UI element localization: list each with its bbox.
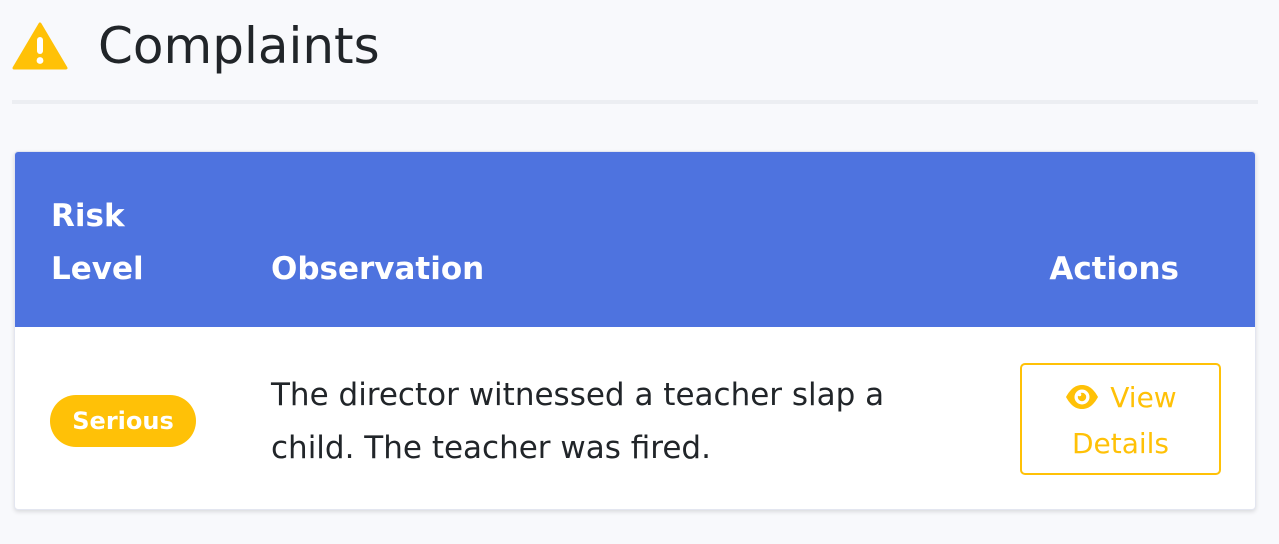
column-header-risk-level: Risk Level: [51, 190, 161, 296]
page-title: Complaints: [98, 17, 380, 75]
warning-triangle-icon: [12, 22, 68, 70]
table-header: Risk Level Observation Actions: [15, 152, 1255, 327]
page-header: Complaints: [12, 0, 1258, 104]
column-header-observation: Observation: [271, 251, 485, 287]
complaints-table-card: Risk Level Observation Actions Serious T…: [14, 151, 1256, 510]
column-header-actions: Actions: [1049, 251, 1179, 287]
column-header-risk-level-label: Risk Level: [51, 198, 144, 287]
risk-level-badge: Serious: [50, 395, 196, 447]
view-details-line1: View: [1022, 375, 1219, 421]
view-details-label-view: View: [1110, 381, 1177, 414]
view-details-label-details: Details: [1071, 427, 1170, 460]
view-details-button[interactable]: View Details: [1020, 363, 1221, 475]
eye-icon: [1066, 385, 1099, 409]
observation-text: The director witnessed a teacher slap a …: [271, 377, 885, 466]
